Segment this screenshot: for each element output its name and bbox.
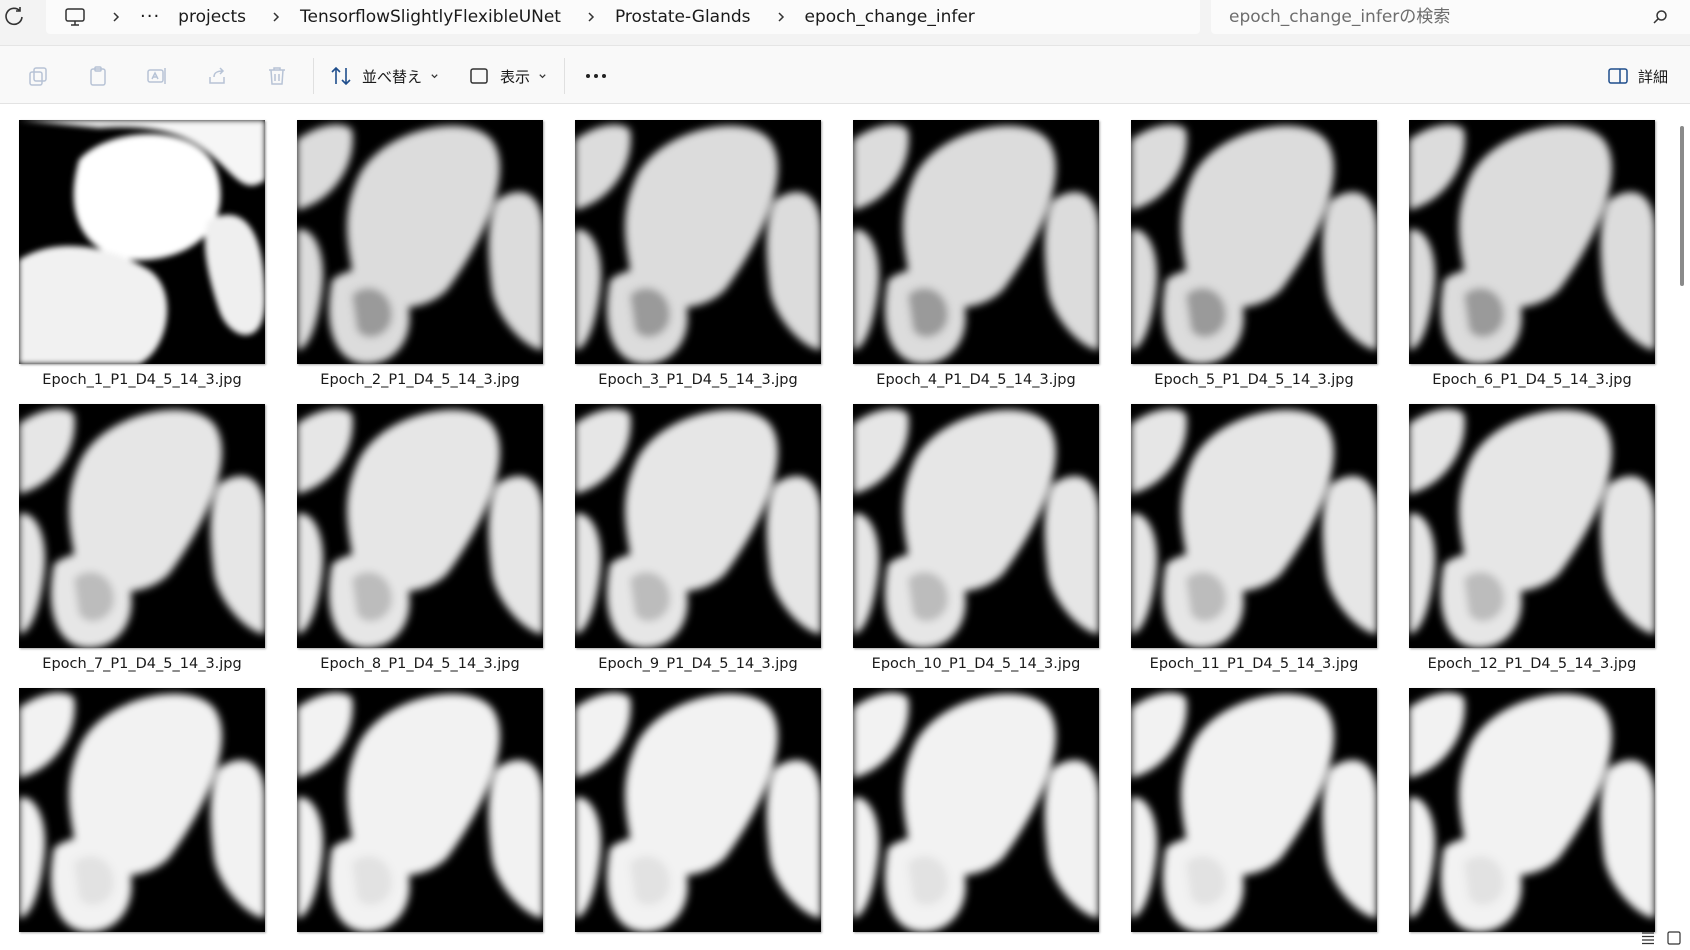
file-tile[interactable] bbox=[853, 688, 1099, 932]
chevron-right-icon[interactable] bbox=[775, 11, 787, 23]
search-icon[interactable] bbox=[1652, 9, 1668, 25]
breadcrumb-projects[interactable]: projects bbox=[178, 7, 246, 27]
image-thumbnail[interactable] bbox=[853, 120, 1099, 364]
details-label: 詳細 bbox=[1638, 67, 1669, 86]
file-tile[interactable]: Epoch_4_P1_D4_5_14_3.jpg bbox=[853, 120, 1099, 396]
image-thumbnail[interactable] bbox=[19, 120, 265, 364]
more-options-icon[interactable] bbox=[584, 68, 608, 84]
chevron-right-icon[interactable] bbox=[110, 11, 122, 23]
file-tile[interactable]: Epoch_7_P1_D4_5_14_3.jpg bbox=[19, 404, 265, 680]
file-tile[interactable] bbox=[575, 688, 821, 932]
view-button[interactable]: 表示 bbox=[468, 61, 547, 91]
chevron-right-icon[interactable] bbox=[270, 11, 282, 23]
file-tile[interactable] bbox=[19, 688, 265, 932]
details-pane-icon bbox=[1608, 68, 1628, 84]
hidden-path-ellipsis[interactable]: ··· bbox=[140, 8, 160, 26]
view-layout-icon bbox=[470, 68, 488, 84]
copy-icon[interactable] bbox=[27, 65, 49, 87]
rename-icon[interactable] bbox=[146, 65, 168, 87]
image-thumbnail[interactable] bbox=[19, 688, 265, 932]
image-thumbnail[interactable] bbox=[1409, 688, 1655, 932]
view-switcher bbox=[1640, 930, 1682, 946]
image-thumbnail[interactable] bbox=[19, 404, 265, 648]
share-icon[interactable] bbox=[206, 65, 228, 87]
image-thumbnail[interactable] bbox=[1409, 404, 1655, 648]
computer-icon[interactable] bbox=[64, 7, 86, 27]
file-tile[interactable] bbox=[1409, 688, 1655, 932]
chevron-down-icon bbox=[431, 73, 438, 78]
file-tile[interactable]: Epoch_6_P1_D4_5_14_3.jpg bbox=[1409, 120, 1655, 396]
toolbar-separator bbox=[313, 58, 314, 94]
chevron-down-icon bbox=[539, 73, 546, 78]
image-thumbnail[interactable] bbox=[297, 688, 543, 932]
image-thumbnail[interactable] bbox=[1131, 688, 1377, 932]
title-bar: ··· projects TensorflowSlightlyFlexibleU… bbox=[0, 0, 1690, 46]
file-name: Epoch_8_P1_D4_5_14_3.jpg bbox=[320, 656, 520, 672]
toolbar-separator bbox=[564, 58, 565, 94]
file-tile[interactable]: Epoch_11_P1_D4_5_14_3.jpg bbox=[1131, 404, 1377, 680]
file-tile[interactable] bbox=[1131, 688, 1377, 932]
delete-icon[interactable] bbox=[266, 65, 288, 87]
image-thumbnail[interactable] bbox=[1131, 120, 1377, 364]
file-tile[interactable]: Epoch_1_P1_D4_5_14_3.jpg bbox=[19, 120, 265, 396]
image-thumbnail[interactable] bbox=[1131, 404, 1377, 648]
image-thumbnail[interactable] bbox=[853, 688, 1099, 932]
file-tile[interactable]: Epoch_2_P1_D4_5_14_3.jpg bbox=[297, 120, 543, 396]
vertical-scrollbar[interactable] bbox=[1680, 126, 1684, 286]
image-thumbnail[interactable] bbox=[1409, 120, 1655, 364]
file-tile[interactable]: Epoch_10_P1_D4_5_14_3.jpg bbox=[853, 404, 1099, 680]
image-thumbnail[interactable] bbox=[575, 120, 821, 364]
image-thumbnail[interactable] bbox=[575, 404, 821, 648]
file-name: Epoch_7_P1_D4_5_14_3.jpg bbox=[42, 656, 242, 672]
large-icons-view-icon[interactable] bbox=[1666, 930, 1682, 946]
file-name: Epoch_2_P1_D4_5_14_3.jpg bbox=[320, 372, 520, 388]
file-name: Epoch_9_P1_D4_5_14_3.jpg bbox=[598, 656, 798, 672]
image-thumbnail[interactable] bbox=[297, 404, 543, 648]
refresh-icon[interactable] bbox=[2, 4, 26, 28]
search-input[interactable] bbox=[1229, 7, 1649, 27]
address-bar[interactable]: ··· projects TensorflowSlightlyFlexibleU… bbox=[46, 0, 1200, 34]
file-name: Epoch_6_P1_D4_5_14_3.jpg bbox=[1432, 372, 1632, 388]
file-name: Epoch_12_P1_D4_5_14_3.jpg bbox=[1427, 656, 1637, 672]
chevron-right-icon[interactable] bbox=[585, 11, 597, 23]
file-tile[interactable]: Epoch_12_P1_D4_5_14_3.jpg bbox=[1409, 404, 1655, 680]
sort-label: 並べ替え bbox=[362, 67, 423, 86]
file-tile[interactable] bbox=[297, 688, 543, 932]
view-label: 表示 bbox=[500, 67, 531, 86]
image-thumbnail[interactable] bbox=[297, 120, 543, 364]
details-pane-button[interactable]: 詳細 bbox=[1607, 61, 1668, 91]
sort-button[interactable]: 並べ替え bbox=[330, 61, 439, 91]
file-name: Epoch_10_P1_D4_5_14_3.jpg bbox=[871, 656, 1081, 672]
file-grid: Epoch_1_P1_D4_5_14_3.jpg Epoch_2_P1_D4_5_… bbox=[0, 104, 1690, 950]
breadcrumb-epoch-change-infer[interactable]: epoch_change_infer bbox=[805, 7, 975, 27]
file-name: Epoch_4_P1_D4_5_14_3.jpg bbox=[876, 372, 1076, 388]
file-name: Epoch_1_P1_D4_5_14_3.jpg bbox=[42, 372, 242, 388]
file-name: Epoch_11_P1_D4_5_14_3.jpg bbox=[1149, 656, 1359, 672]
file-tile[interactable]: Epoch_3_P1_D4_5_14_3.jpg bbox=[575, 120, 821, 396]
sort-arrows-icon bbox=[331, 66, 351, 86]
command-bar: 並べ替え 表示 詳細 bbox=[0, 46, 1690, 104]
image-thumbnail[interactable] bbox=[575, 688, 821, 932]
paste-icon[interactable] bbox=[87, 65, 109, 87]
file-tile[interactable]: Epoch_8_P1_D4_5_14_3.jpg bbox=[297, 404, 543, 680]
details-view-icon[interactable] bbox=[1640, 930, 1656, 946]
breadcrumb-prostate-glands[interactable]: Prostate-Glands bbox=[615, 7, 751, 27]
file-tile[interactable]: Epoch_5_P1_D4_5_14_3.jpg bbox=[1131, 120, 1377, 396]
file-tile[interactable]: Epoch_9_P1_D4_5_14_3.jpg bbox=[575, 404, 821, 680]
search-box[interactable] bbox=[1211, 0, 1690, 34]
file-name: Epoch_5_P1_D4_5_14_3.jpg bbox=[1154, 372, 1354, 388]
file-name: Epoch_3_P1_D4_5_14_3.jpg bbox=[598, 372, 798, 388]
breadcrumb-tensorflow-unet[interactable]: TensorflowSlightlyFlexibleUNet bbox=[300, 7, 561, 27]
image-thumbnail[interactable] bbox=[853, 404, 1099, 648]
